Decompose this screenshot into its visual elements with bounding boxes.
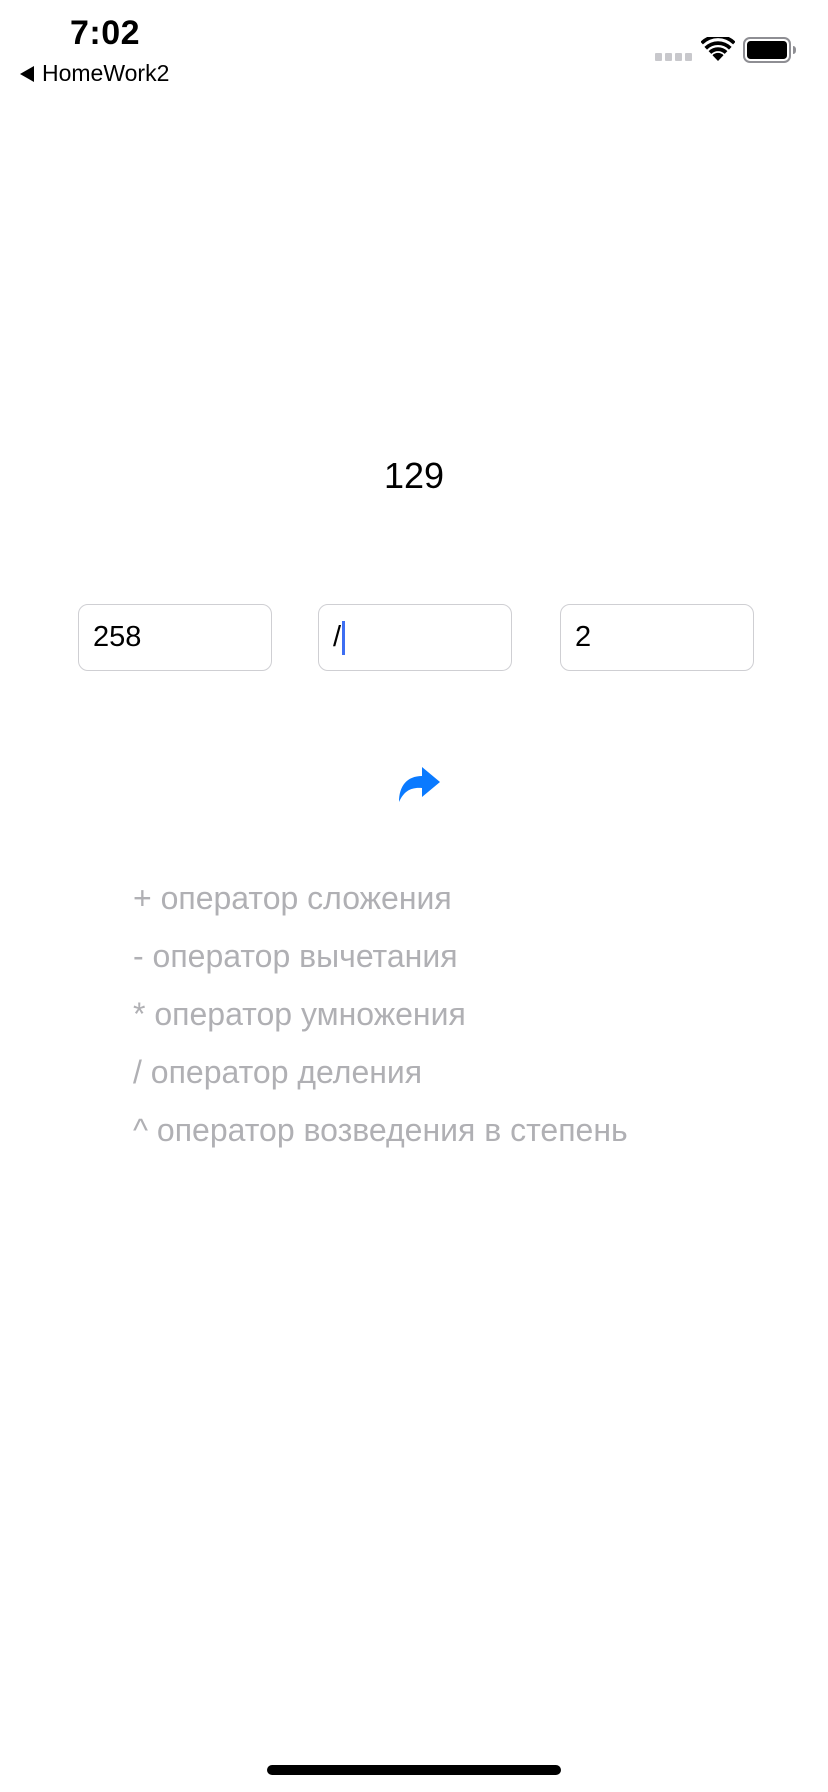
- back-triangle-icon: [20, 65, 34, 82]
- calculate-button[interactable]: [396, 764, 442, 806]
- operand-a-input[interactable]: 258: [78, 604, 272, 671]
- operator-input[interactable]: /: [318, 604, 512, 671]
- status-time: 7:02: [70, 14, 141, 52]
- operator-help-list: + оператор сложения - оператор вычетания…: [133, 878, 628, 1168]
- operand-b-input[interactable]: 2: [560, 604, 754, 671]
- help-item-addition: + оператор сложения: [133, 880, 452, 916]
- help-item-multiplication: * оператор умножения: [133, 996, 466, 1032]
- back-to-app-link[interactable]: HomeWork2: [20, 60, 169, 87]
- share-arrow-icon: [399, 767, 440, 802]
- cellular-signal-icon: [655, 53, 692, 61]
- back-app-label: HomeWork2: [42, 60, 170, 86]
- operand-b-value: 2: [575, 621, 592, 653]
- home-indicator[interactable]: [267, 1765, 561, 1775]
- calculator-screen: 7:02 HomeWork2 129 258 / 2 + оператор сл…: [0, 0, 828, 1792]
- battery-icon: [743, 37, 796, 63]
- operand-a-value: 258: [93, 621, 142, 653]
- operator-value: /: [333, 621, 342, 653]
- help-item-subtraction: - оператор вычетания: [133, 938, 458, 974]
- help-item-division: / оператор деления: [133, 1054, 423, 1090]
- text-caret: [342, 620, 346, 655]
- help-item-exponent: ^ оператор возведения в степень: [133, 1112, 628, 1148]
- wifi-icon: [701, 37, 735, 61]
- result-label: 129: [383, 455, 445, 496]
